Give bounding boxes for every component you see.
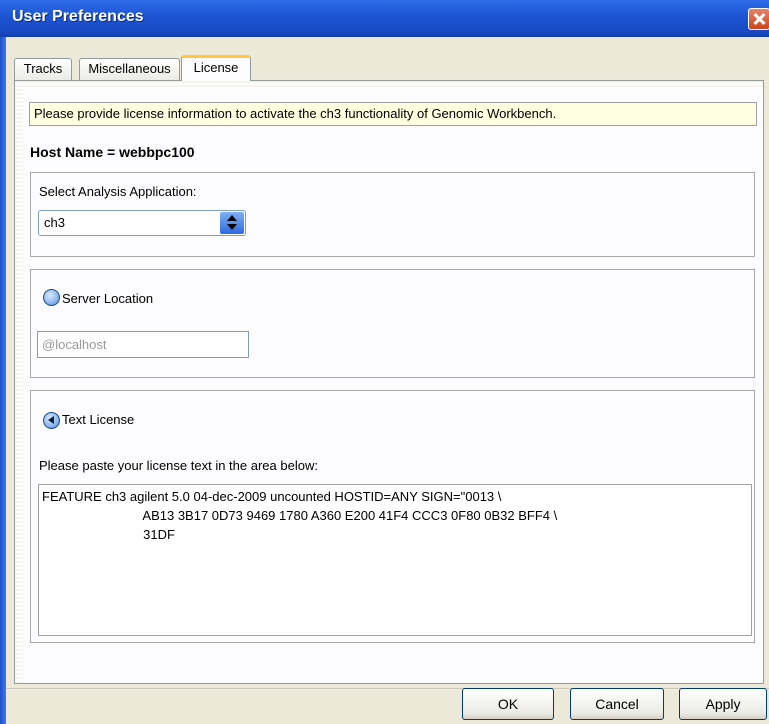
title-bar[interactable]: User Preferences — [0, 0, 769, 37]
server-location-group — [30, 269, 755, 378]
selected-application: ch3 — [44, 215, 65, 230]
tab-label: Tracks — [23, 61, 63, 76]
window-title: User Preferences — [12, 8, 144, 25]
application-select[interactable]: ch3 — [38, 210, 246, 236]
server-location-label[interactable]: Server Location — [62, 291, 153, 306]
apply-button[interactable]: Apply — [679, 688, 767, 720]
text-license-label[interactable]: Text License — [62, 412, 134, 427]
server-location-input[interactable]: @localhost — [37, 331, 249, 358]
host-name-label: Host Name = webbpc100 — [30, 144, 195, 160]
tab-license[interactable]: License — [181, 55, 251, 81]
cancel-button[interactable]: Cancel — [570, 688, 664, 720]
updown-arrow-icon[interactable] — [220, 212, 244, 234]
tab-label: Miscellaneous — [88, 61, 171, 76]
window-border — [0, 37, 6, 724]
ok-button[interactable]: OK — [462, 688, 554, 720]
radio-selected-icon — [48, 416, 54, 424]
server-location-radio[interactable] — [43, 289, 60, 306]
text-license-radio[interactable] — [43, 412, 60, 429]
license-text-area[interactable]: FEATURE ch3 agilent 5.0 04-dec-2009 unco… — [38, 484, 752, 636]
close-button[interactable] — [748, 8, 769, 30]
tab-miscellaneous[interactable]: Miscellaneous — [79, 58, 180, 80]
tab-tracks[interactable]: Tracks — [14, 58, 72, 80]
paste-instruction: Please paste your license text in the ar… — [39, 458, 318, 473]
tab-label: License — [193, 60, 239, 75]
info-banner: Please provide license information to ac… — [29, 102, 757, 126]
select-application-label: Select Analysis Application: — [39, 184, 197, 199]
